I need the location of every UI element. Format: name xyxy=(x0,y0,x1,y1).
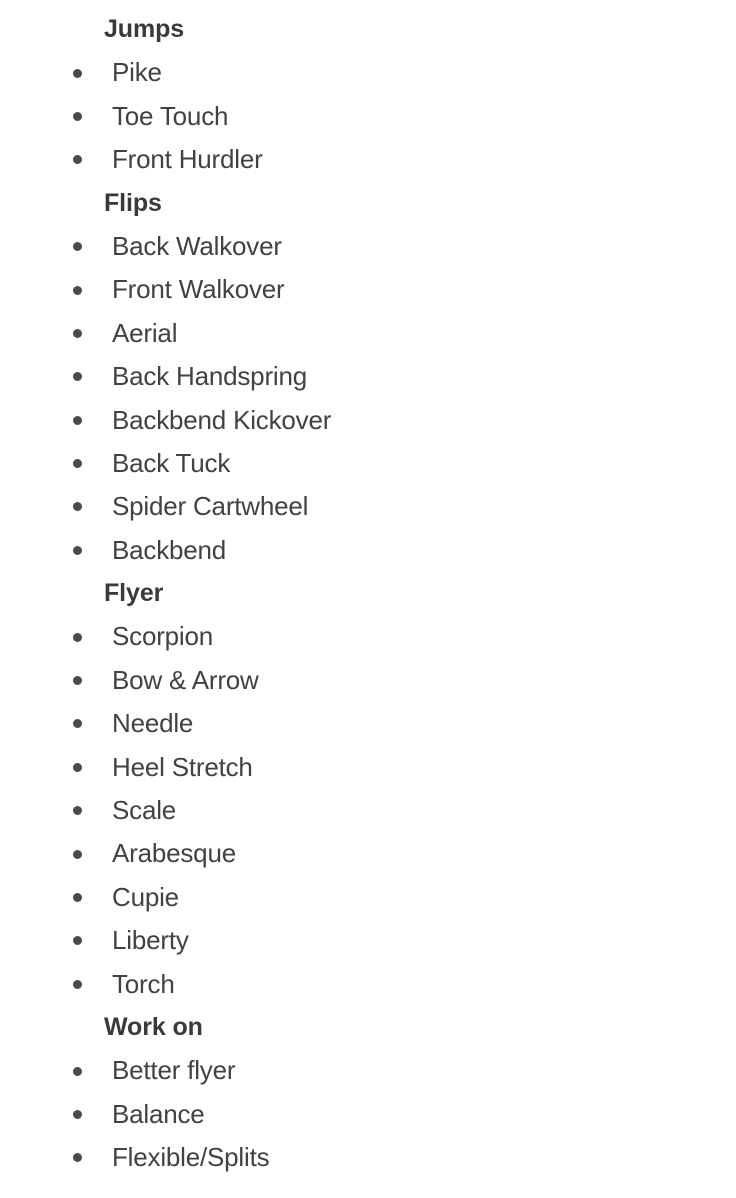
bullet-icon xyxy=(73,372,82,382)
outline-list-item: Backbend Kickover xyxy=(0,399,736,442)
outline-section-heading: Flyer xyxy=(0,572,736,615)
outline-list-item: Bow & Arrow xyxy=(0,659,736,702)
section-heading-label: Work on xyxy=(104,1012,203,1041)
list-item-label: Aerial xyxy=(112,317,178,348)
bullet-icon xyxy=(73,936,82,946)
outline-list-item: Better flyer xyxy=(0,1049,736,1092)
outline-list-item: Cupie xyxy=(0,876,736,919)
bullet-icon xyxy=(73,328,82,338)
list-item-label: Back Walkover xyxy=(112,230,282,261)
bullet-icon xyxy=(73,459,82,469)
bullet-icon xyxy=(73,849,82,859)
list-item-label: Backbend Kickover xyxy=(112,404,332,435)
list-item-label: Torch xyxy=(112,968,175,999)
list-item-label: Pike xyxy=(112,57,162,88)
outline-section-heading: Jumps xyxy=(0,8,736,51)
list-item-label: Balance xyxy=(112,1098,205,1129)
bullet-icon xyxy=(73,806,82,816)
bullet-icon xyxy=(73,719,82,729)
list-item-label: Back Handspring xyxy=(112,361,307,392)
outline-list-item: Scorpion xyxy=(0,615,736,658)
bullet-icon xyxy=(73,1153,82,1163)
bullet-icon xyxy=(73,545,82,555)
bullet-icon xyxy=(73,242,82,252)
outline-list-item: Backbend xyxy=(0,529,736,572)
bullet-icon xyxy=(73,1066,82,1076)
outline-list-item: Back Handspring xyxy=(0,355,736,398)
list-item-label: Flexible/Splits xyxy=(112,1142,270,1173)
bullet-icon xyxy=(73,111,82,121)
list-item-label: Arabesque xyxy=(112,838,236,869)
outline-list-item: Aerial xyxy=(0,312,736,355)
list-item-label: Back Tuck xyxy=(112,447,231,478)
outline-list-item: Front Walkover xyxy=(0,268,736,311)
list-item-label: Scorpion xyxy=(112,621,214,652)
list-item-label: Front Hurdler xyxy=(112,144,263,175)
note-page: Jumps Pike Toe Touch Front Hurdler Flips Back… xyxy=(0,0,736,1198)
outline-list-item: Balance xyxy=(0,1093,736,1136)
list-item-label: Liberty xyxy=(112,925,189,956)
list-item-label: Better flyer xyxy=(112,1055,236,1086)
bullet-icon xyxy=(73,285,82,295)
bullet-icon xyxy=(73,155,82,165)
list-item-label: Heel Stretch xyxy=(112,751,253,782)
outline-section-heading: Flips xyxy=(0,182,736,225)
list-item-label: Needle xyxy=(112,708,194,739)
bullet-icon xyxy=(73,676,82,686)
outline-list-item: Scale xyxy=(0,789,736,832)
bullet-icon xyxy=(73,979,82,989)
list-item-label: Toe Touch xyxy=(112,100,229,131)
list-item-label: Cupie xyxy=(112,881,179,912)
list-item-label: Front Walkover xyxy=(112,274,285,305)
list-item-label: Scale xyxy=(112,795,177,826)
outline-list-item: Flexible/Splits xyxy=(0,1136,736,1179)
outline-list-item: Front Hurdler xyxy=(0,138,736,181)
outline-list-item: Back Walkover xyxy=(0,225,736,268)
bullet-icon xyxy=(73,502,82,512)
outline-list-item: Back Tuck xyxy=(0,442,736,485)
outline-list-item: Spider Cartwheel xyxy=(0,485,736,528)
section-heading-label: Flips xyxy=(104,188,162,217)
bullet-icon xyxy=(73,1109,82,1119)
section-heading-label: Flyer xyxy=(104,579,164,608)
outline-list-item: Pike xyxy=(0,51,736,94)
list-item-label: Spider Cartwheel xyxy=(112,491,309,522)
list-item-label: Bow & Arrow xyxy=(112,664,259,695)
bullet-icon xyxy=(73,893,82,902)
outline-list-item: Heel Stretch xyxy=(0,746,736,789)
section-heading-label: Jumps xyxy=(104,15,185,43)
outline-list-item: Toe Touch xyxy=(0,95,736,138)
outline-list-item: Arabesque xyxy=(0,832,736,875)
bullet-icon xyxy=(73,632,82,642)
outline-list-item: Liberty xyxy=(0,919,736,962)
bullet-icon xyxy=(73,68,82,78)
bullet-icon xyxy=(73,415,82,425)
outline-list: Jumps Pike Toe Touch Front Hurdler Flips Back… xyxy=(0,8,736,1180)
outline-section-heading: Work on xyxy=(0,1006,736,1049)
outline-list-item: Needle xyxy=(0,702,736,745)
outline-list-item: Torch xyxy=(0,963,736,1006)
bullet-icon xyxy=(73,762,82,772)
list-item-label: Backbend xyxy=(112,534,227,565)
